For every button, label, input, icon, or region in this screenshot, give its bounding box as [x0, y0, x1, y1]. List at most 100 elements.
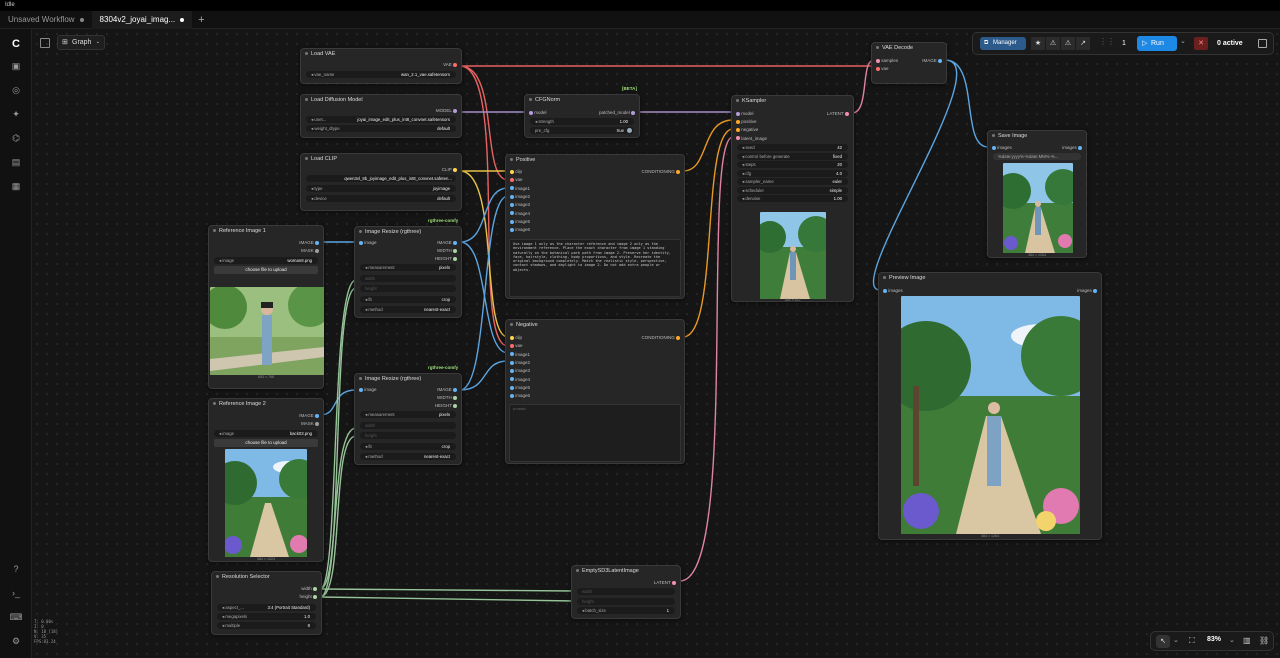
comfy-logo-icon[interactable]: C	[9, 37, 23, 51]
mask-output-socket[interactable]	[315, 421, 319, 426]
widget-measurement[interactable]: ◂ measurement pixels	[360, 411, 456, 418]
mask-output-socket[interactable]	[315, 248, 319, 253]
link-visibility-icon[interactable]: ⛓	[1259, 636, 1269, 645]
drag-handle-icon[interactable]: ⋮⋮	[1099, 37, 1115, 46]
image-output-socket[interactable]	[453, 240, 457, 245]
node-image-resize-1[interactable]: Image Resize (rgthree) image IMAGE WIDTH …	[354, 226, 462, 318]
widget-method[interactable]: ◂ method nearest-exact	[360, 453, 456, 460]
clip-output-socket[interactable]	[453, 167, 457, 172]
widget-width[interactable]: width	[360, 274, 456, 282]
warning-icon[interactable]: ⚠	[1061, 37, 1075, 50]
images-output-socket[interactable]	[1078, 145, 1082, 150]
node-empty-sd3-latent[interactable]: EmptySD3LatentImage LATENT width height ◂ …	[571, 565, 681, 619]
widget-width[interactable]: width	[360, 421, 456, 429]
widget-fit[interactable]: ◂ fit crop	[360, 295, 456, 303]
width-output-socket[interactable]	[453, 395, 457, 400]
widget-denoise[interactable]: ◂ denoise 1.00	[737, 195, 848, 202]
clip-type-widget[interactable]: ◂ type joyimage	[306, 185, 456, 192]
tab-unsaved-workflow[interactable]: Unsaved Workflow	[0, 11, 92, 29]
models-icon[interactable]: ⌬	[9, 131, 23, 145]
widget-height[interactable]: height	[360, 285, 456, 292]
image-select-widget[interactable]: ◂ image back03.png	[214, 430, 318, 437]
images-input-socket[interactable]	[883, 288, 887, 293]
graph-menu-button[interactable]: ⊞ Graph ⌄	[57, 35, 105, 50]
widget-height[interactable]: height	[360, 432, 456, 439]
vae-input-socket[interactable]	[876, 66, 880, 71]
help-icon[interactable]: ?	[9, 562, 23, 576]
image-output-socket[interactable]	[315, 240, 319, 245]
images-icon[interactable]: ▣	[9, 59, 23, 73]
widget-width[interactable]: width	[577, 588, 675, 595]
height-output-socket[interactable]	[313, 594, 317, 599]
add-tab-button[interactable]: +	[192, 14, 210, 26]
positive-prompt-textarea[interactable]: Use image 1 only as the character refere…	[509, 239, 681, 297]
width-output-socket[interactable]	[313, 586, 317, 591]
unet-name-widget[interactable]: ◂ unet... joyai_image_edit_plus_int8_conv…	[306, 116, 456, 123]
node-library-icon[interactable]: ✦	[9, 107, 23, 121]
panel-toggle-icon[interactable]	[40, 38, 50, 48]
widget-fit[interactable]: ◂ fit crop	[360, 442, 456, 450]
widget-sampler-name[interactable]: ◂ sampler_name euler	[737, 178, 848, 185]
node-ksampler[interactable]: KSampler LATENT model positive negative …	[731, 95, 854, 302]
node-positive-prompt[interactable]: Positive clip vae image1 image2 image3 i…	[505, 154, 685, 299]
image-output-socket[interactable]	[315, 413, 319, 418]
settings-gear-icon[interactable]: ⚙	[9, 634, 23, 648]
image-input-socket[interactable]	[359, 240, 363, 245]
widget-steps[interactable]: ◂ steps 20	[737, 161, 848, 168]
weight-dtype-widget[interactable]: ◂ weight_dtype default	[306, 125, 456, 132]
toggle-panel-icon[interactable]	[1258, 39, 1267, 48]
minimap-icon[interactable]: ▥	[1243, 636, 1251, 645]
upload-button[interactable]: choose file to upload	[214, 266, 318, 274]
mode-chevron-icon[interactable]: ⌄	[1173, 636, 1179, 644]
widget-measurement[interactable]: ◂ measurement pixels	[360, 264, 456, 271]
node-image-resize-2[interactable]: Image Resize (rgthree) image IMAGE WIDTH …	[354, 373, 462, 465]
cancel-run-button[interactable]: ✕	[1194, 37, 1208, 50]
node-resolution-selector[interactable]: Resolution Selector width height ◂ aspec…	[211, 571, 322, 635]
node-negative-prompt[interactable]: Negative clip vae image1 image2 image3 i…	[505, 319, 685, 464]
model-input-socket[interactable]	[529, 110, 533, 115]
samples-input-socket[interactable]	[876, 58, 880, 63]
zoom-level[interactable]: 83%	[1207, 636, 1221, 643]
image-output-socket[interactable]	[453, 387, 457, 392]
upload-button[interactable]: choose file to upload	[214, 439, 318, 447]
favorites-star-icon[interactable]: ★	[1031, 37, 1045, 50]
share-icon[interactable]: ↗	[1076, 37, 1090, 50]
widget-height[interactable]: height	[577, 597, 675, 605]
node-load-clip[interactable]: Load CLIP CLIP qwen3vl_8b_joyimage_edit_…	[300, 153, 462, 211]
node-save-image[interactable]: Save Image images images %date:yyyy%-%dat…	[987, 130, 1087, 258]
height-output-socket[interactable]	[453, 403, 457, 408]
latent-output-socket[interactable]	[672, 580, 676, 585]
clip-device-widget[interactable]: ◂ device default	[306, 195, 456, 202]
manager-button[interactable]: ⧉ Manager	[980, 37, 1026, 50]
widget-control-before-generate[interactable]: ◂ control before generate fixed	[737, 152, 848, 160]
fit-view-icon[interactable]: ⛶	[1189, 636, 1195, 646]
widget-batch-size[interactable]: ◂ batch_size 1	[577, 607, 675, 614]
conditioning-output-socket[interactable]	[676, 169, 680, 174]
node-cfgnorm[interactable]: CFGNorm model patched_model ◂ strength 1.0…	[524, 94, 640, 138]
keyboard-icon[interactable]: ⌨	[9, 610, 23, 624]
vae-output-socket[interactable]	[453, 62, 457, 67]
image-output-socket[interactable]	[938, 58, 942, 63]
node-vae-decode[interactable]: VAE Decode samples IMAGE vae	[871, 42, 947, 84]
model-output-socket[interactable]	[631, 110, 635, 115]
image-select-widget[interactable]: ◂ image woman8.png	[214, 257, 318, 264]
conditioning-output-socket[interactable]	[676, 335, 680, 340]
select-mode-icon[interactable]: ↖	[1156, 635, 1170, 648]
images-output-socket[interactable]	[1093, 288, 1097, 293]
run-button[interactable]: ▷ Run	[1137, 36, 1177, 51]
zoom-chevron-icon[interactable]: ⌄	[1229, 636, 1235, 644]
tab-workflow[interactable]: 8304v2_joyai_imag...	[91, 10, 193, 29]
node-reference-image-1[interactable]: Reference Image 1 IMAGE MASK ◂ image woma…	[208, 225, 324, 389]
widget-scheduler[interactable]: ◂ scheduler simple	[737, 186, 848, 194]
queue-icon[interactable]: ◎	[9, 83, 23, 97]
node-load-diffusion-model[interactable]: Load Diffusion Model MODEL ◂ unet... joya…	[300, 94, 462, 138]
pre-cfg-toggle[interactable]: pre_cfg true	[530, 127, 634, 134]
active-queue-count[interactable]: 0 active	[1217, 37, 1243, 50]
images-input-socket[interactable]	[992, 145, 996, 150]
model-output-socket[interactable]	[453, 108, 457, 113]
node-preview-image[interactable]: Preview Image images images 384 × 1264	[878, 272, 1102, 540]
widget-multiple[interactable]: ◂ multiple 8	[217, 622, 316, 629]
negative-prompt-textarea[interactable]: prompt	[509, 404, 681, 462]
widget-seed[interactable]: ◂ seed 42	[737, 144, 848, 151]
width-output-socket[interactable]	[453, 248, 457, 253]
